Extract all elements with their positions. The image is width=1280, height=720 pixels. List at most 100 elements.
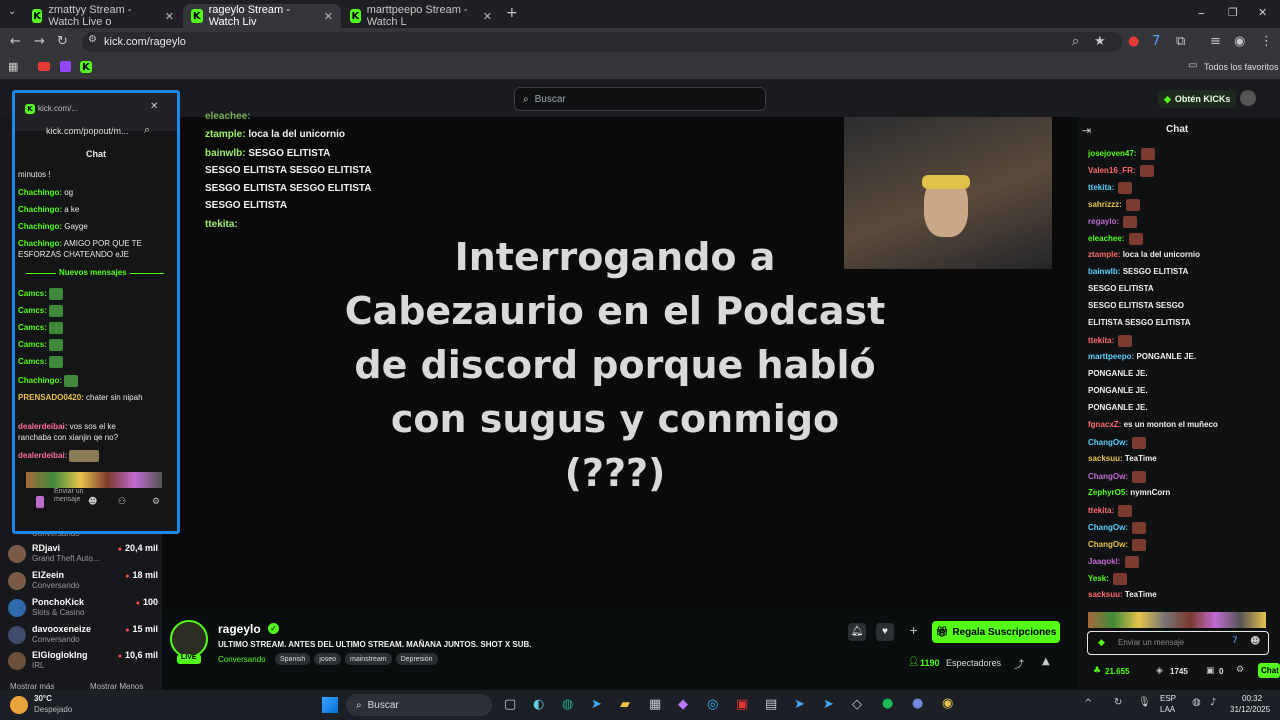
zoom-icon[interactable]: ⌕ <box>1072 34 1079 49</box>
browser-menu-icon[interactable]: ⋮ <box>1260 34 1273 49</box>
chat-username[interactable]: josejoven47: <box>1088 149 1136 158</box>
popout-chat-input[interactable]: Enviar un mensaje <box>54 488 84 504</box>
channel-item-elzeein[interactable]: ElZeeinConversando18 mil <box>8 570 158 600</box>
app-icon[interactable]: ◇ <box>852 697 862 712</box>
extension-7tv-icon[interactable]: 7 <box>1152 34 1160 49</box>
chat-username[interactable]: ttekita: <box>1088 336 1114 345</box>
chat-username[interactable]: Valen16_FR: <box>1088 166 1136 175</box>
emote-picker-icon[interactable]: ☻ <box>1250 636 1260 647</box>
search-icon[interactable]: ⌕ <box>144 123 150 137</box>
tag-pill[interactable]: mainstream <box>345 653 392 665</box>
chat-username[interactable]: eleachee: <box>1088 234 1124 243</box>
report-icon[interactable]: ▲ <box>1042 656 1050 667</box>
weather-temp[interactable]: 30°C <box>34 694 52 703</box>
chat-username[interactable]: marttpeepo: <box>1088 352 1134 361</box>
7tv-emotes-icon[interactable]: 7 <box>1232 636 1238 646</box>
gift-subs-button[interactable]: 🎁︎ Regala Suscripciones <box>932 621 1060 643</box>
kick-bookmark-icon[interactable]: K <box>80 61 92 73</box>
emote-bar[interactable] <box>1088 612 1266 628</box>
streamer-avatar[interactable] <box>170 620 208 658</box>
network-icon[interactable]: ◍ <box>1192 697 1201 708</box>
bookmark-star-icon[interactable]: ★ <box>1094 34 1106 49</box>
chat-username[interactable]: Jaaqokl: <box>1088 557 1120 566</box>
clock-time[interactable]: 00:32 <box>1242 694 1262 703</box>
volume-icon[interactable]: ♪ <box>1210 697 1216 708</box>
chat-username[interactable]: fgnacxZ: <box>1088 420 1121 429</box>
kick-search-input[interactable]: ⌕ Buscar <box>514 87 766 111</box>
minimize-icon[interactable]: – <box>1198 6 1205 21</box>
extension-icon[interactable]: ● <box>1128 34 1139 49</box>
users-icon[interactable]: ⚇ <box>118 497 126 507</box>
steam-icon[interactable]: ➤ <box>794 697 805 712</box>
chat-username[interactable]: Yesk: <box>1088 574 1109 583</box>
tab-rageylo[interactable]: K rageylo Stream - Watch Liv ✕ <box>183 4 341 28</box>
chat-username[interactable]: sahrizzz: <box>1088 200 1122 209</box>
streamer-name[interactable]: rageylo <box>218 622 261 636</box>
close-icon[interactable]: ✕ <box>150 101 158 112</box>
tab-marttpeepo[interactable]: K marttpeepo Stream - Watch L ✕ <box>342 4 500 28</box>
close-icon[interactable]: ✕ <box>165 10 174 23</box>
twitch-bookmark-icon[interactable] <box>60 61 71 72</box>
forward-icon[interactable]: → <box>34 34 45 49</box>
app-icon[interactable]: ◍ <box>562 697 573 712</box>
channel-item-elgloglokIng[interactable]: ElGloglokIngIRL10,6 mil <box>8 650 158 680</box>
close-icon[interactable]: ✕ <box>483 10 492 23</box>
site-info-icon[interactable]: ⚙ <box>88 34 97 45</box>
store-icon[interactable]: ▦ <box>649 697 661 712</box>
chat-username[interactable]: ZephyrO5: <box>1088 488 1128 497</box>
app-icon[interactable]: ◆ <box>678 697 688 712</box>
tab-zmattyy[interactable]: K zmattyy Stream - Watch Live o ✕ <box>24 4 182 28</box>
back-icon[interactable]: ← <box>10 34 21 49</box>
app-icon[interactable]: ▣ <box>736 697 748 712</box>
channel-item-ponchokick[interactable]: PonchoKickSlots & Casino100 <box>8 597 158 627</box>
emote-bar[interactable] <box>26 472 162 488</box>
chat-username[interactable]: ChangOw: <box>1088 438 1128 447</box>
chat-username[interactable]: ChangOw: <box>1088 472 1128 481</box>
media-controls-icon[interactable]: ≡ <box>1210 34 1221 49</box>
apps-grid-icon[interactable]: ▦ <box>8 60 18 73</box>
youtube-bookmark-icon[interactable] <box>38 62 50 71</box>
chat-username[interactable]: regaylo: <box>1088 217 1119 226</box>
channel-item-rdjavi[interactable]: RDjaviGrand Theft Auto...20,4 mil <box>8 543 158 573</box>
chat-username[interactable]: ChangOw: <box>1088 540 1128 549</box>
tag-pill[interactable]: Depresión <box>395 653 438 665</box>
app-icon[interactable]: ◐ <box>533 697 544 712</box>
tab-menu-icon[interactable]: ⌄ <box>8 6 16 17</box>
settings-icon[interactable]: ⚙ <box>1236 665 1244 675</box>
spotify-icon[interactable]: ● <box>882 696 893 711</box>
chat-username[interactable]: ttekita: <box>1088 183 1114 192</box>
steam-icon[interactable]: ➤ <box>823 697 834 712</box>
chat-username[interactable]: ztample: <box>1088 250 1120 259</box>
chat-username[interactable]: sacksuu: <box>1088 454 1123 463</box>
chat-username[interactable]: sacksuu: <box>1088 590 1123 599</box>
tray-app-icon[interactable]: ↻ <box>1114 697 1122 708</box>
taskbar-search[interactable]: ⌕ Buscar <box>346 694 492 716</box>
all-bookmarks-link[interactable]: Todos los favoritos <box>1204 62 1279 72</box>
collapse-chat-icon[interactable]: ⇥ <box>1082 124 1091 137</box>
close-icon[interactable]: ✕ <box>324 10 333 23</box>
new-tab-icon[interactable]: + <box>506 5 518 21</box>
maximize-icon[interactable]: ❐ <box>1228 6 1238 19</box>
get-kicks-button[interactable]: ◆ Obtén KICKs <box>1158 90 1237 108</box>
chrome-icon[interactable]: ◉ <box>942 696 953 711</box>
task-view-icon[interactable]: ▢ <box>504 697 516 712</box>
tray-overflow-icon[interactable]: ^ <box>1084 698 1092 709</box>
chat-username[interactable]: bainwlb: <box>1088 267 1120 276</box>
file-explorer-icon[interactable]: ▰ <box>620 697 630 712</box>
chat-input[interactable]: ◆ Enviar un mensaje 7 ☻ <box>1087 631 1269 655</box>
app-icon[interactable]: ▤ <box>765 697 777 712</box>
windows-start-icon[interactable] <box>322 697 338 713</box>
notification-bell-icon[interactable]: 🔔︎ <box>848 623 866 641</box>
microphone-icon[interactable]: 🎙︎ <box>1138 697 1151 708</box>
settings-icon[interactable]: ⚙ <box>152 497 160 507</box>
chat-username[interactable]: ttekita: <box>1088 506 1114 515</box>
profile-icon[interactable]: ◉ <box>1234 34 1245 49</box>
url-bar[interactable]: ⚙ kick.com/rageylo ⌕ ★ <box>82 32 1122 52</box>
follow-heart-icon[interactable]: ♥ <box>876 623 894 641</box>
language-code[interactable]: ESP <box>1160 694 1176 703</box>
tag-pill[interactable]: Spanish <box>275 653 311 665</box>
extensions-puzzle-icon[interactable]: ⧉ <box>1176 34 1185 49</box>
chat-username[interactable]: ChangOw: <box>1088 523 1128 532</box>
emote-picker-icon[interactable]: ☻ <box>88 497 97 507</box>
close-window-icon[interactable]: ✕ <box>1258 6 1267 19</box>
